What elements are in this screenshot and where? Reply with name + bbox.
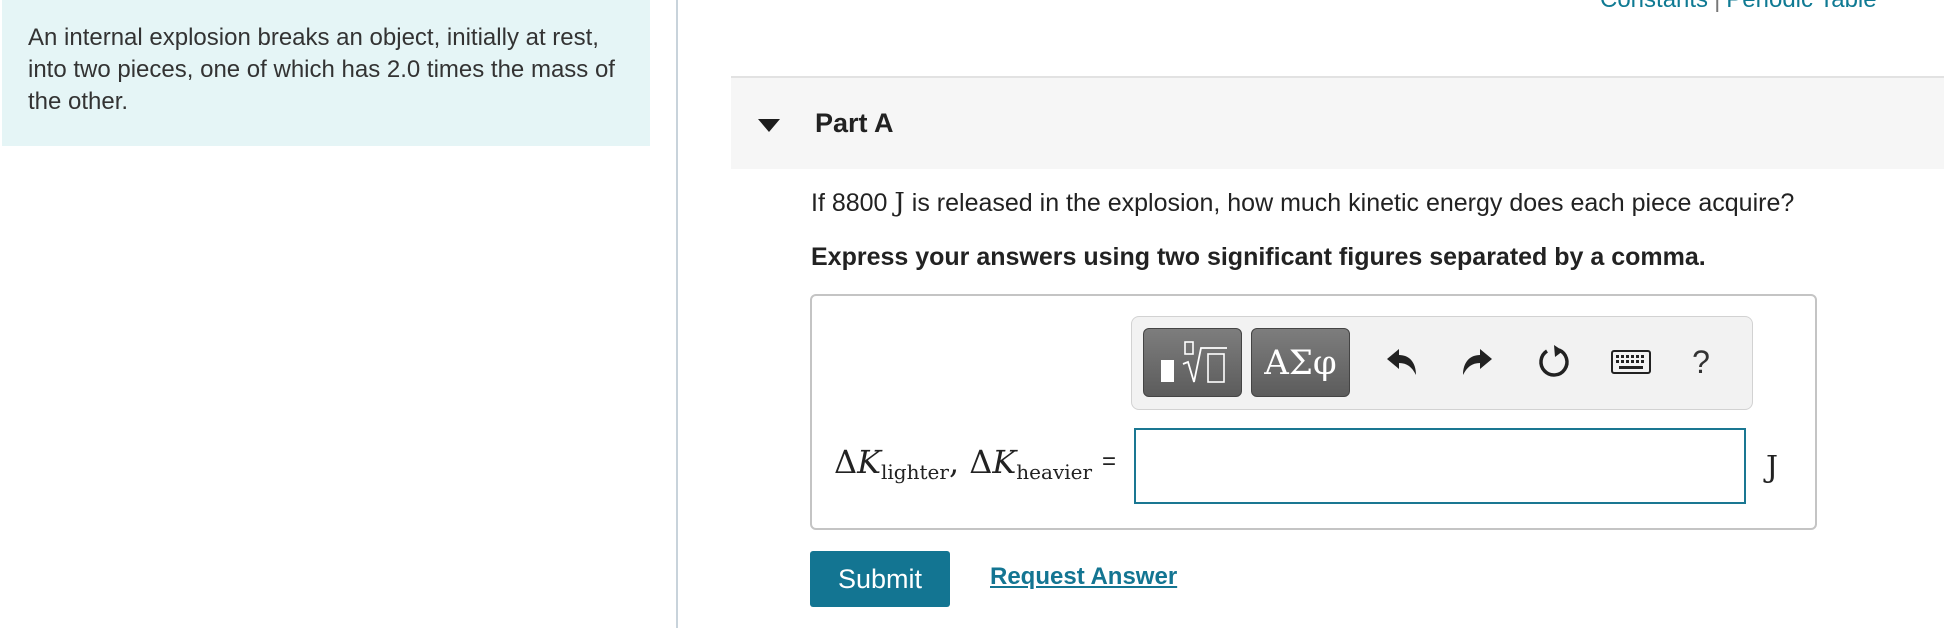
keyboard-button[interactable] [1608,339,1654,385]
templates-icon [1160,340,1227,383]
answer-instruction: Express your answers using two significa… [811,243,1706,271]
caret-down-icon[interactable] [758,119,780,132]
answer-unit-label: J [1766,450,1779,485]
undo-icon [1387,349,1416,375]
top-links: Constants | Periodic Table [1600,0,1877,14]
problem-intro-text: An internal explosion breaks an object, … [28,24,615,115]
greek-symbols-label: ΑΣφ [1264,342,1337,383]
part-a-header[interactable]: Part A [731,76,1944,169]
question-suffix: is released in the explosion, how much k… [904,189,1795,217]
formula-equals: = [1102,448,1117,475]
redo-icon [1463,349,1492,375]
answer-input[interactable] [1134,428,1746,504]
periodic-table-link[interactable]: Periodic Table [1726,0,1876,13]
request-answer-link[interactable]: Request Answer [990,563,1177,591]
question-unit: J [894,188,905,218]
templates-button[interactable] [1143,328,1242,397]
formula-delta-2: Δ [969,443,993,481]
help-button[interactable]: ? [1678,339,1724,385]
undo-button[interactable] [1379,339,1425,385]
question-text: If 8800 J is released in the explosion, … [811,188,1794,218]
formula-sub-lighter: lighter [881,460,949,484]
part-title: Part A [815,108,894,138]
redo-button[interactable] [1454,339,1500,385]
constants-link[interactable]: Constants [1600,0,1708,13]
formula-k-1: K [857,443,882,481]
reset-button[interactable] [1531,339,1577,385]
help-icon: ? [1692,343,1710,380]
math-toolbar: ΑΣφ ? [1131,316,1753,410]
submit-button[interactable]: Submit [810,551,950,607]
formula-comma: , [948,443,970,481]
question-prefix: If 8800 [811,189,895,217]
keyboard-icon [1611,350,1651,374]
formula-delta-1: Δ [834,443,858,481]
reset-icon [1539,345,1569,377]
formula-sub-heavier: heavier [1016,460,1093,484]
greek-symbols-button[interactable]: ΑΣφ [1251,328,1350,397]
panel-divider [676,0,678,628]
formula-k-2: K [992,443,1017,481]
answer-formula-label: ΔKlighter, ΔKheavier = [834,443,1116,484]
top-links-separator: | [1714,0,1720,13]
problem-intro-panel: An internal explosion breaks an object, … [2,0,650,146]
